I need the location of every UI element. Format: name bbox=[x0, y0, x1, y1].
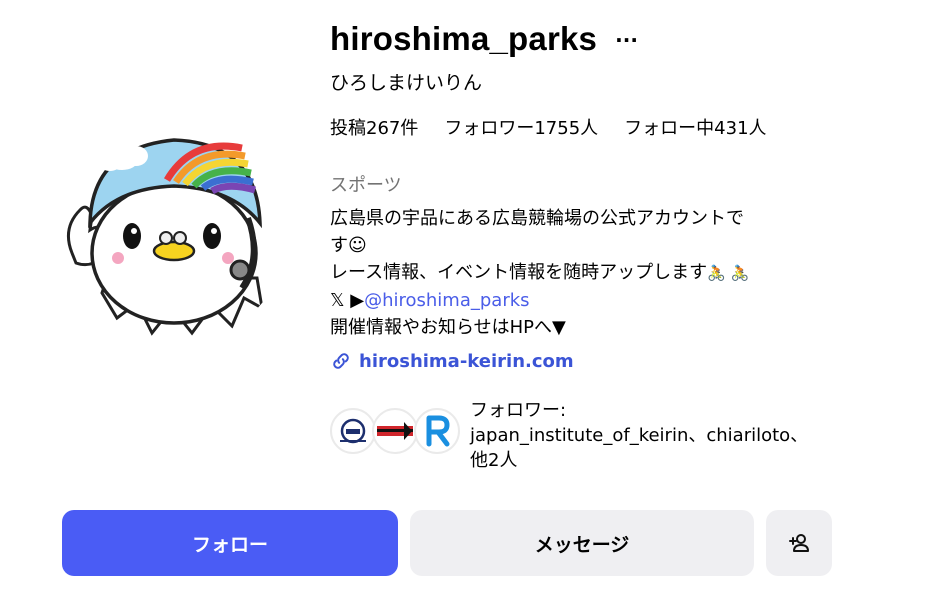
bio-line-3: レース情報、イベント情報を随時アップします🚴 🚴 bbox=[330, 259, 830, 287]
mutual-avatar-r bbox=[414, 408, 460, 454]
full-name: ひろしまけいりん bbox=[330, 72, 483, 94]
mutual-avatar-jik bbox=[330, 408, 376, 454]
username-row: hiroshima_parks ... bbox=[330, 20, 638, 58]
bio-line-3-text: レース情報、イベント情報を随時アップします bbox=[330, 262, 708, 283]
bio-line-4: 𝕏 ▶@hiroshima_parks bbox=[330, 287, 830, 314]
followed-by-names: japan_institute_of_keirin、chiariloto、 bbox=[470, 425, 809, 446]
followed-by-others: 他2人 bbox=[470, 450, 518, 471]
external-link[interactable]: hiroshima-keirin.com bbox=[330, 350, 574, 372]
chiariloto-logo-icon bbox=[377, 422, 413, 440]
bio-mention-link[interactable]: @hiroshima_parks bbox=[364, 290, 529, 311]
followed-by[interactable]: フォロワー: japan_institute_of_keirin、chiaril… bbox=[330, 398, 808, 473]
profile-bio: 広島県の宇品にある広島競輪場の公式アカウントで す☺ レース情報、イベント情報を… bbox=[330, 205, 830, 341]
username: hiroshima_parks bbox=[330, 20, 598, 57]
mascot-avatar-image bbox=[62, 118, 288, 344]
followed-by-label: フォロワー: bbox=[470, 400, 567, 421]
bio-line-5: 開催情報やお知らせはHPへ▼ bbox=[330, 317, 566, 338]
bio-line-1: 広島県の宇品にある広島競輪場の公式アカウントで bbox=[330, 208, 744, 229]
posts-count: 投稿267件 bbox=[330, 118, 419, 139]
x-prefix: 𝕏 ▶ bbox=[330, 290, 365, 311]
followed-by-text: フォロワー: japan_institute_of_keirin、chiaril… bbox=[470, 398, 808, 473]
external-link-text: hiroshima-keirin.com bbox=[359, 350, 574, 372]
profile-stats: 投稿267件 フォロワー1755人 フォロー中431人 bbox=[330, 114, 793, 140]
bio-line-2: す☺ bbox=[330, 235, 367, 256]
mutual-avatar-chiariloto bbox=[372, 408, 418, 454]
add-user-icon bbox=[789, 534, 809, 552]
link-icon bbox=[333, 353, 349, 369]
bicycle-emoji: 🚴 🚴 bbox=[707, 264, 750, 282]
profile-avatar[interactable] bbox=[62, 118, 288, 344]
more-options-icon[interactable]: ... bbox=[615, 25, 638, 45]
followers-count[interactable]: フォロワー1755人 bbox=[444, 114, 598, 140]
message-button[interactable]: メッセージ bbox=[410, 510, 754, 576]
jik-logo-icon bbox=[340, 418, 366, 444]
r-logo-icon bbox=[426, 415, 450, 447]
following-count[interactable]: フォロー中431人 bbox=[624, 114, 766, 140]
followed-by-avatars bbox=[330, 408, 462, 456]
follow-button[interactable]: フォロー bbox=[62, 510, 398, 576]
profile-actions: フォロー メッセージ bbox=[62, 510, 832, 576]
profile-category: スポーツ bbox=[330, 175, 402, 196]
add-user-button[interactable] bbox=[766, 510, 832, 576]
